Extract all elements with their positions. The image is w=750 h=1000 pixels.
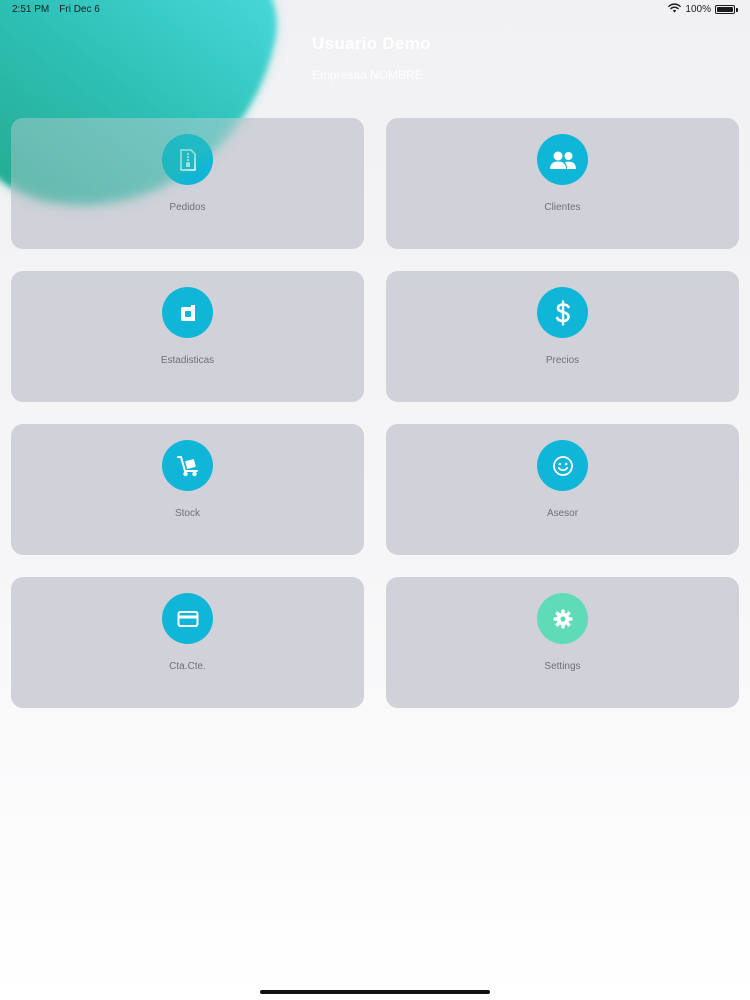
menu-card-label: Stock	[174, 508, 200, 519]
battery-tip	[736, 7, 738, 12]
menu-grid: Pedidos Clientes Estadisticas Precios St…	[11, 118, 739, 708]
user-name: Usuario Demo	[312, 34, 431, 53]
menu-card-stock[interactable]: Stock	[11, 424, 364, 555]
dollar-icon	[537, 287, 588, 338]
status-bar: 2:51 PM Fri Dec 6 100%	[0, 0, 750, 20]
header: Usuario Demo Empresaa NOMBRE	[312, 34, 431, 82]
menu-card-precios[interactable]: Precios	[386, 271, 739, 402]
menu-card-label: Clientes	[544, 202, 581, 213]
menu-card-settings[interactable]: Settings	[386, 577, 739, 708]
menu-card-estadisticas[interactable]: Estadisticas	[11, 271, 364, 402]
battery-percent: 100%	[685, 4, 711, 15]
menu-card-asesor[interactable]: Asesor	[386, 424, 739, 555]
gear-icon	[537, 593, 588, 644]
menu-card-clientes[interactable]: Clientes	[386, 118, 739, 249]
menu-card-label: Pedidos	[169, 202, 206, 213]
menu-card-label: Precios	[545, 355, 580, 366]
status-date: Fri Dec 6	[59, 4, 100, 15]
smiley-icon	[537, 440, 588, 491]
menu-card-label: Settings	[544, 661, 581, 672]
battery-icon	[715, 5, 735, 14]
hand-truck-icon	[162, 440, 213, 491]
menu-card-label: Estadisticas	[160, 355, 215, 366]
status-time: 2:51 PM	[12, 4, 50, 15]
company-name: Empresaa NOMBRE	[312, 68, 423, 82]
menu-card-label: Asesor	[546, 508, 579, 519]
wifi-icon	[668, 3, 682, 16]
menu-card-label: Cta.Cte.	[169, 661, 206, 672]
chart-icon	[162, 287, 213, 338]
users-icon	[537, 134, 588, 185]
menu-card-cta-cte[interactable]: Cta.Cte.	[11, 577, 364, 708]
menu-card-pedidos[interactable]: Pedidos	[11, 118, 364, 249]
home-indicator[interactable]	[260, 990, 490, 994]
credit-card-icon	[162, 593, 213, 644]
document-zip-icon	[162, 134, 213, 185]
